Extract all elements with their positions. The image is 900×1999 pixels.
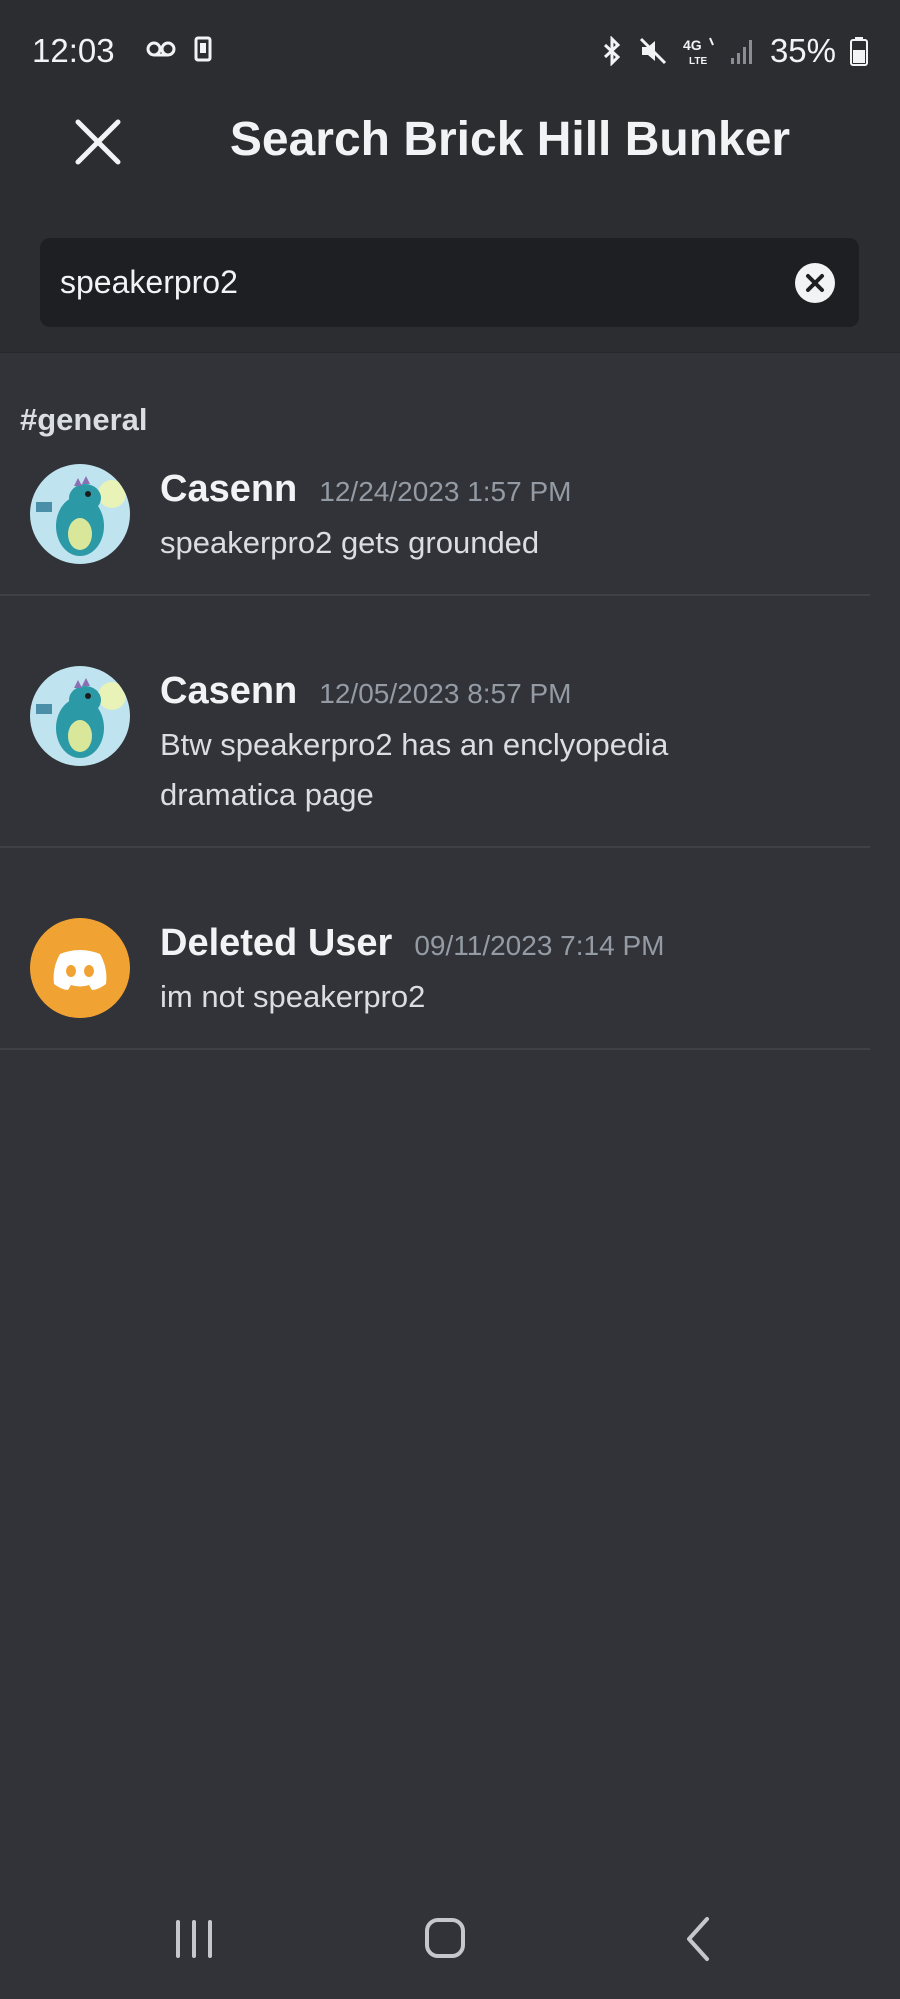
mute-icon	[639, 37, 666, 65]
phone-vibrate-icon	[194, 36, 212, 62]
message-author[interactable]: Deleted User	[160, 922, 392, 965]
back-button[interactable]	[659, 1904, 739, 1974]
status-bar: 12:03 4G LTE 35%	[32, 26, 868, 76]
battery-icon	[850, 37, 868, 66]
search-result[interactable]: Deleted User 09/11/2023 7:14 PM im not s…	[0, 846, 870, 1050]
discord-logo-icon	[53, 950, 107, 990]
top-bar: 12:03 4G LTE 35% Search Brick Hill Bunke…	[0, 0, 900, 353]
search-result[interactable]: Casenn 12/24/2023 1:57 PM speakerpro2 ge…	[0, 452, 870, 596]
avatar	[30, 918, 130, 1018]
clear-search-button[interactable]	[794, 262, 836, 304]
message-text: Btw speakerpro2 has an enclyopedia drama…	[160, 727, 669, 812]
message-author[interactable]: Casenn	[160, 670, 297, 713]
message-author[interactable]: Casenn	[160, 468, 297, 511]
back-icon	[687, 1917, 709, 1961]
4g-lte-icon: 4G LTE	[683, 37, 714, 66]
recent-apps-button[interactable]	[154, 1904, 234, 1974]
dinosaur-avatar-icon	[30, 666, 130, 766]
search-input[interactable]	[60, 238, 800, 327]
message-timestamp: 12/24/2023 1:57 PM	[319, 476, 572, 507]
voicemail-icon	[146, 41, 176, 57]
channel-heading: #general	[20, 402, 148, 437]
recent-apps-icon	[176, 1920, 212, 1958]
home-icon	[425, 1918, 465, 1958]
status-time: 12:03	[32, 32, 115, 69]
dinosaur-avatar-icon	[30, 464, 130, 564]
search-bar	[40, 238, 859, 327]
svg-text:4G: 4G	[683, 37, 702, 53]
signal-icon	[730, 40, 752, 64]
page-title: Search Brick Hill Bunker	[229, 113, 791, 166]
message-timestamp: 12/05/2023 8:57 PM	[319, 678, 572, 709]
battery-level: 35%	[769, 32, 836, 69]
bluetooth-icon	[603, 36, 621, 66]
avatar	[30, 464, 130, 564]
system-nav-bar	[0, 1874, 900, 1999]
avatar	[30, 666, 130, 766]
message-timestamp: 09/11/2023 7:14 PM	[414, 930, 665, 961]
clear-circle-icon	[795, 263, 835, 303]
message-text: im not speakerpro2	[160, 979, 426, 1014]
svg-text:LTE: LTE	[689, 56, 707, 66]
search-result[interactable]: Casenn 12/05/2023 8:57 PM Btw speakerpro…	[0, 594, 870, 848]
message-text: speakerpro2 gets grounded	[160, 525, 540, 560]
home-button[interactable]	[405, 1904, 485, 1974]
